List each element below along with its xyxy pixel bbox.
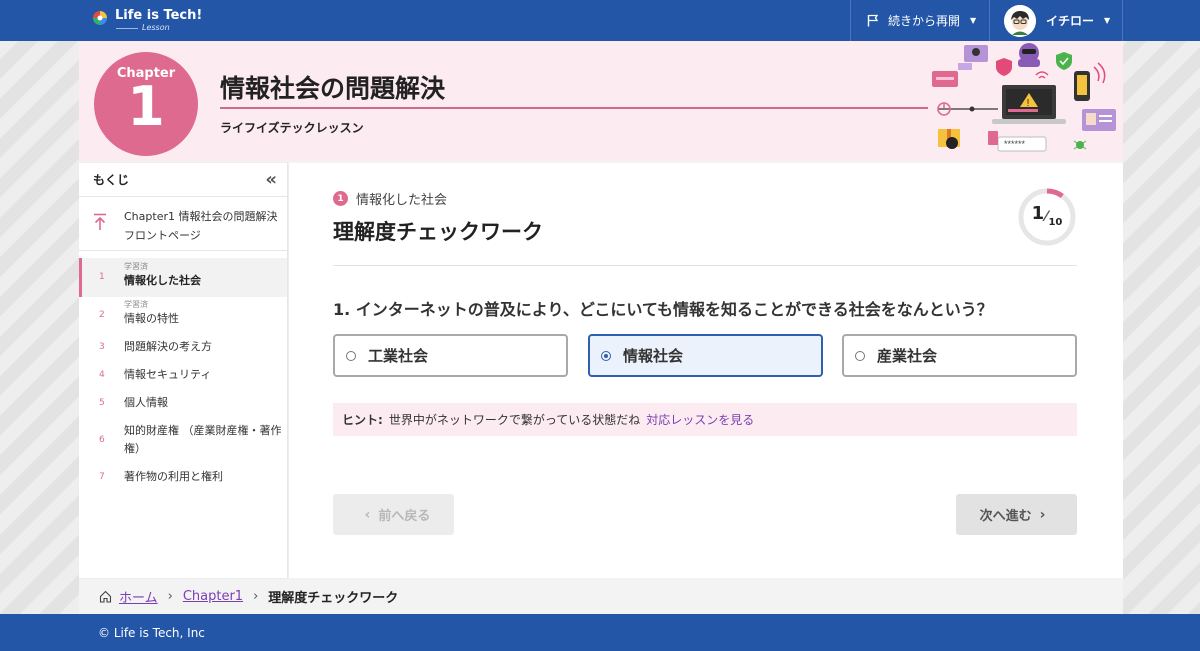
item-number: 7 bbox=[99, 472, 105, 482]
item-label: 知的財産権 （産業財産権・著作権） bbox=[124, 424, 282, 455]
item-number: 6 bbox=[99, 435, 105, 445]
logo-icon bbox=[92, 10, 108, 26]
question-text: 1. インターネットの普及により、どこにいても情報を知ることができる社会をなんと… bbox=[333, 300, 993, 319]
section-heading: 1 情報化した社会 bbox=[333, 189, 447, 208]
sidebar-item-1[interactable]: 1 学習済 情報化した社会 bbox=[79, 258, 287, 297]
item-number: 5 bbox=[99, 398, 105, 408]
section-title: 情報化した社会 bbox=[356, 193, 448, 208]
learned-tag: 学習済 bbox=[124, 262, 148, 271]
progress-ring: 1 ⁄ 10 bbox=[1017, 187, 1077, 247]
prev-button[interactable]: ‹ 前へ戻る bbox=[333, 494, 454, 535]
page-container: Chapter 1 情報社会の問題解決 ライフイズテックレッスン ! *****… bbox=[79, 41, 1123, 614]
next-button[interactable]: 次へ進む › bbox=[956, 494, 1077, 535]
radio-selected-icon bbox=[601, 350, 611, 361]
copyright-text: © Life is Tech, Inc bbox=[98, 625, 205, 640]
sidebar-item-front-page[interactable]: Chapter1 情報社会の問題解決 フロントページ bbox=[79, 197, 287, 251]
breadcrumb-chapter-link[interactable]: Chapter1 bbox=[183, 589, 243, 604]
progress-current: 1 bbox=[1031, 202, 1045, 224]
sidebar-item-4[interactable]: 4 情報セキュリティ bbox=[79, 361, 287, 389]
related-lesson-link[interactable]: 対応レッスンを見る bbox=[646, 411, 754, 428]
breadcrumb: ホーム › Chapter1 › 理解度チェックワーク bbox=[79, 578, 1123, 614]
item-label: 情報の特性 bbox=[124, 312, 179, 325]
item-label: 個人情報 bbox=[124, 396, 168, 409]
top-bar: Life is Tech! Lesson 続きから再開 ▼ イチロー ▼ bbox=[0, 0, 1200, 41]
option-label: 工業社会 bbox=[368, 347, 429, 365]
progress-slash: ⁄ bbox=[1045, 209, 1048, 225]
sidebar-item-2[interactable]: 2 学習済 情報の特性 bbox=[79, 297, 287, 333]
hint-text: 世界中がネットワークで繋がっている状態だね bbox=[388, 413, 641, 427]
chapter-badge: Chapter 1 bbox=[94, 52, 198, 156]
chevron-right-icon: › bbox=[1039, 506, 1046, 523]
sidebar-toc: もくじ « Chapter1 情報社会の問題解決 フロントページ 1 学習済 情… bbox=[79, 163, 287, 578]
svg-text:!: ! bbox=[1027, 98, 1030, 109]
chevron-left-icon: ‹ bbox=[364, 506, 371, 523]
answer-option-1[interactable]: 工業社会 bbox=[333, 334, 568, 377]
logo[interactable]: Life is Tech! Lesson bbox=[92, 8, 202, 32]
home-icon bbox=[99, 590, 112, 603]
resume-label: 続きから再開 bbox=[888, 14, 961, 28]
user-name: イチロー bbox=[1046, 14, 1095, 28]
logo-text: Life is Tech! bbox=[115, 8, 203, 23]
front-page-line2: フロントページ bbox=[124, 229, 201, 242]
chapter-header: Chapter 1 情報社会の問題解決 ライフイズテックレッスン ! *****… bbox=[79, 41, 1123, 161]
toc-list: 1 学習済 情報化した社会 2 学習済 情報の特性 3 問題解決の考え方 4 情… bbox=[79, 251, 287, 491]
item-label: 問題解決の考え方 bbox=[124, 340, 212, 353]
chevron-right-icon: › bbox=[253, 588, 259, 604]
front-page-line1: Chapter1 情報社会の問題解決 bbox=[124, 210, 278, 223]
chapter-title-underline bbox=[220, 107, 928, 109]
chapter-number: 1 bbox=[127, 75, 165, 138]
hint-box: ヒント: 世界中がネットワークで繋がっている状態だね 対応レッスンを見る bbox=[333, 403, 1077, 436]
caret-down-icon: ▼ bbox=[970, 16, 977, 25]
resume-button[interactable]: 続きから再開 ▼ bbox=[850, 0, 989, 41]
sidebar-item-5[interactable]: 5 個人情報 bbox=[79, 389, 287, 417]
breadcrumb-current: 理解度チェックワーク bbox=[268, 590, 399, 606]
breadcrumb-home-link[interactable]: ホーム bbox=[119, 587, 158, 606]
toc-header: もくじ « bbox=[79, 163, 287, 197]
item-number: 1 bbox=[99, 272, 105, 282]
user-menu[interactable]: イチロー ▼ bbox=[989, 0, 1123, 41]
footer: © Life is Tech, Inc bbox=[0, 614, 1200, 651]
quiz-panel: 1 情報化した社会 理解度チェックワーク 1 ⁄ 10 1. インターネットの普… bbox=[289, 163, 1123, 578]
item-number: 2 bbox=[99, 310, 105, 320]
option-label: 情報社会 bbox=[623, 347, 684, 365]
logo-subtext: Lesson bbox=[116, 23, 170, 32]
next-label: 次へ進む bbox=[979, 509, 1032, 524]
item-number: 4 bbox=[99, 370, 105, 380]
progress-total: 10 bbox=[1048, 216, 1063, 228]
answer-option-2[interactable]: 情報社会 bbox=[588, 334, 823, 377]
chapter-subtitle: ライフイズテックレッスン bbox=[220, 121, 364, 135]
item-label: 情報セキュリティ bbox=[124, 368, 212, 381]
arrow-up-icon bbox=[93, 213, 107, 231]
item-label: 情報化した社会 bbox=[124, 274, 201, 287]
avatar bbox=[1004, 4, 1036, 37]
item-number: 3 bbox=[99, 342, 105, 352]
chapter-title: 情報社会の問題解決 bbox=[220, 74, 446, 103]
item-label: 著作物の利用と権利 bbox=[124, 470, 223, 483]
section-number-badge: 1 bbox=[333, 191, 348, 206]
sidebar-item-6[interactable]: 6 知的財産権 （産業財産権・著作権） bbox=[79, 417, 287, 463]
prev-label: 前へ戻る bbox=[378, 509, 431, 524]
sidebar-item-3[interactable]: 3 問題解決の考え方 bbox=[79, 333, 287, 361]
page-title: 理解度チェックワーク bbox=[333, 220, 543, 244]
toc-heading: もくじ bbox=[93, 173, 130, 187]
hint-label: ヒント: bbox=[342, 413, 383, 427]
caret-down-icon: ▼ bbox=[1104, 16, 1111, 25]
security-illustration: ! ****** bbox=[928, 41, 1118, 161]
radio-icon bbox=[855, 350, 865, 361]
answer-option-3[interactable]: 産業社会 bbox=[842, 334, 1077, 377]
collapse-sidebar-icon[interactable]: « bbox=[265, 169, 277, 190]
flag-icon bbox=[867, 14, 879, 27]
sidebar-item-7[interactable]: 7 著作物の利用と権利 bbox=[79, 463, 287, 491]
learned-tag: 学習済 bbox=[124, 300, 148, 309]
radio-icon bbox=[346, 350, 356, 361]
option-label: 産業社会 bbox=[877, 347, 938, 365]
divider bbox=[333, 265, 1077, 266]
svg-text:******: ****** bbox=[1004, 139, 1026, 149]
chevron-right-icon: › bbox=[167, 588, 173, 604]
progress-text: 1 ⁄ 10 bbox=[1017, 187, 1077, 247]
